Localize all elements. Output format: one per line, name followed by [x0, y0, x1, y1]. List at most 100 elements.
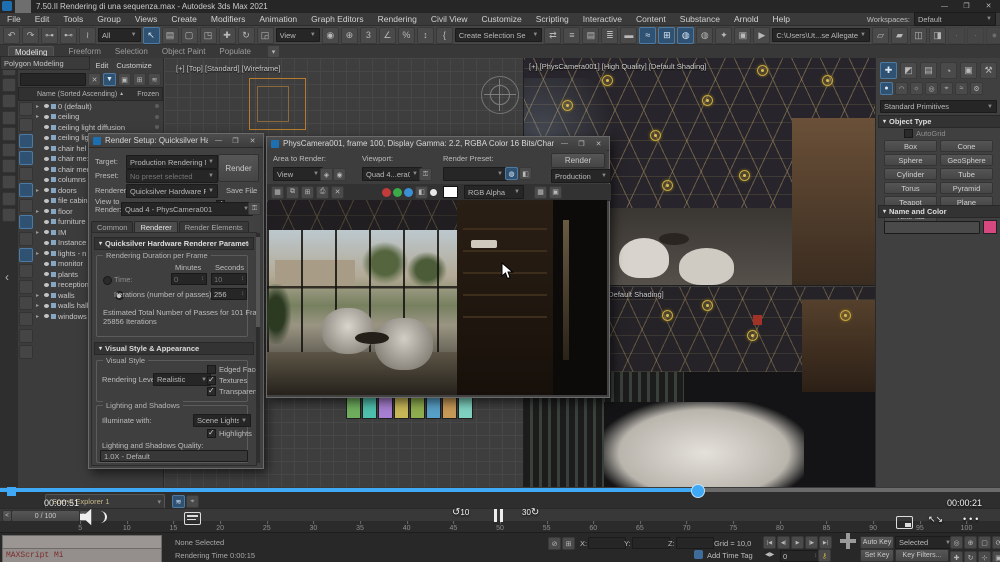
expander-icon[interactable]: ▸: [36, 229, 42, 236]
visibility-eye-icon[interactable]: [44, 104, 49, 109]
rendering-level-dropdown[interactable]: Realistic ▼: [153, 373, 211, 386]
fullscreen-icon[interactable]: ↖↘: [928, 514, 943, 525]
minimize-button[interactable]: —: [938, 1, 951, 11]
primitive-button[interactable]: Torus: [884, 182, 937, 194]
menu-item[interactable]: Customize: [475, 14, 529, 24]
rfw-minimize-icon[interactable]: —: [558, 139, 571, 149]
style-check-row[interactable]: Transparency: [207, 386, 256, 397]
iterations-spinner[interactable]: 256: [211, 288, 247, 300]
save-image-icon[interactable]: ▦: [271, 185, 284, 199]
viewport-tab-icon[interactable]: [2, 159, 16, 174]
copy-image-icon[interactable]: ⧉: [286, 185, 299, 199]
explorer-menu-item[interactable]: Edit: [91, 61, 112, 70]
cameras-icon[interactable]: ◎: [925, 82, 938, 95]
viewport-camera2-label[interactable]: ] [Default Shading]: [602, 290, 664, 299]
render-button[interactable]: Render: [218, 154, 259, 182]
symmetry-icon[interactable]: ⊕: [340, 26, 358, 44]
visibility-eye-icon[interactable]: [44, 303, 49, 308]
visibility-eye-icon[interactable]: [44, 114, 49, 119]
object-type-rollout[interactable]: ▾ Object Type: [878, 115, 1000, 128]
column-name[interactable]: Name (Sorted Ascending): [37, 91, 117, 98]
systems-icon[interactable]: ⚙: [970, 82, 983, 95]
visibility-eye-icon[interactable]: [44, 240, 49, 245]
go-to-start-icon[interactable]: |◀: [763, 536, 776, 549]
primitive-button[interactable]: Tube: [940, 168, 993, 180]
project-folder-dropdown[interactable]: C:\Users\Ut...se Allegate ▼: [772, 28, 870, 42]
target-dropdown[interactable]: Production Rendering Mode▼: [126, 155, 218, 169]
render-setup-titlebar[interactable]: Render Setup: Quicksilver Hard... — ❒ ✕: [89, 134, 263, 148]
mirror-icon[interactable]: ⇄: [544, 26, 562, 44]
snap-toggle-icon[interactable]: 3: [359, 26, 377, 44]
expander-icon[interactable]: ▸: [36, 103, 42, 110]
zoom-all-icon[interactable]: ⊕: [964, 536, 977, 549]
lock-view-icon[interactable]: ⚿: [248, 202, 261, 215]
viewport-tab-icon[interactable]: [2, 175, 16, 190]
maximize-viewport-icon[interactable]: ▣: [992, 551, 1000, 562]
set-key-button[interactable]: Set Key: [860, 549, 894, 562]
zoom-icon[interactable]: ◎: [950, 536, 963, 549]
select-scale-icon[interactable]: ◲: [256, 26, 274, 44]
preset-dropdown[interactable]: No preset selected ▼: [126, 169, 218, 183]
viewport-tab-icon[interactable]: [2, 207, 16, 222]
print-image-icon[interactable]: ⎙: [316, 185, 329, 199]
maxscript-mini-listener[interactable]: [2, 535, 162, 549]
visibility-eye-icon[interactable]: [44, 314, 49, 319]
spacewarps-icon[interactable]: ≈: [955, 82, 968, 95]
primitive-button[interactable]: Cone: [940, 140, 993, 152]
visibility-eye-icon[interactable]: [44, 209, 49, 214]
menu-item[interactable]: Civil View: [424, 14, 475, 24]
explorer-tool-icon[interactable]: [19, 166, 33, 181]
orbit-icon[interactable]: ↻: [964, 551, 977, 562]
autogrid-row[interactable]: AutoGrid: [904, 129, 946, 138]
area-to-render-dropdown[interactable]: View ▼: [273, 167, 323, 181]
quality-field[interactable]: 1.0X - Default: [100, 450, 248, 462]
column-frozen[interactable]: Frozen: [137, 91, 159, 98]
visibility-eye-icon[interactable]: [44, 282, 49, 287]
time-seconds-spinner[interactable]: 10: [211, 273, 247, 285]
menu-item[interactable]: Edit: [28, 14, 57, 24]
select-move-icon[interactable]: ✚: [218, 26, 236, 44]
gamma-icon[interactable]: ◧: [519, 167, 532, 180]
pause-icon[interactable]: [494, 509, 503, 522]
viewport-tab-icon[interactable]: [2, 142, 16, 157]
maxscript-listener-input[interactable]: MAXScript Mi: [2, 548, 162, 562]
z-coordinate-field[interactable]: [676, 537, 714, 549]
auto-key-button[interactable]: Auto Key: [860, 536, 894, 549]
x-coordinate-field[interactable]: [588, 537, 626, 549]
player-more-dots[interactable]: •••: [963, 514, 981, 524]
dialog-maximize-icon[interactable]: ❒: [229, 136, 242, 146]
helpers-icon[interactable]: ⌖: [940, 82, 953, 95]
visibility-eye-icon[interactable]: [44, 146, 49, 151]
material-editor-icon[interactable]: ◍: [677, 26, 695, 44]
explorer-tool-icon[interactable]: [19, 134, 33, 149]
render-production-icon[interactable]: ▶: [753, 26, 771, 44]
select-region-icon[interactable]: ▢: [180, 26, 198, 44]
renderer-dropdown[interactable]: Quicksilver Hardware Rendere▼: [126, 184, 218, 198]
autogrid-checkbox[interactable]: [904, 129, 913, 138]
auto-region-icon[interactable]: ◉: [333, 168, 346, 181]
explorer-settings-icon[interactable]: ≋: [148, 73, 161, 86]
undo-icon[interactable]: ↶: [3, 26, 20, 44]
explorer-tool-icon[interactable]: [19, 118, 33, 133]
channel-display-dropdown[interactable]: RGB Alpha ▼: [464, 185, 524, 199]
primitive-button[interactable]: Sphere: [884, 154, 937, 166]
reference-coordinate-dropdown[interactable]: View ▼: [275, 28, 320, 42]
rfw-maximize-icon[interactable]: ❒: [575, 139, 588, 149]
clone-window-icon[interactable]: ⊞: [301, 185, 314, 199]
explorer-tool-icon[interactable]: [19, 296, 33, 311]
object-color-swatch[interactable]: [983, 220, 997, 234]
ribbon-tab[interactable]: Freeform: [68, 47, 100, 56]
viewport-lock-icon[interactable]: ⚿: [419, 168, 432, 181]
rfw-close-icon[interactable]: ✕: [592, 139, 605, 149]
alpha-channel-icon[interactable]: ◧: [415, 185, 428, 199]
zoom-region-icon[interactable]: ⟳: [992, 536, 1000, 549]
pick-container-icon[interactable]: ⊞: [133, 73, 146, 86]
menu-item[interactable]: Help: [766, 14, 797, 24]
visibility-eye-icon[interactable]: [44, 125, 49, 130]
pip-icon[interactable]: [896, 516, 913, 529]
frozen-toggle[interactable]: [155, 114, 159, 119]
ribbon-options-icon[interactable]: ▾: [267, 45, 281, 58]
visibility-eye-icon[interactable]: [44, 251, 49, 256]
rfw-viewport-dropdown[interactable]: Quad 4...era001▼: [362, 167, 422, 181]
menu-item[interactable]: Arnold: [727, 14, 766, 24]
